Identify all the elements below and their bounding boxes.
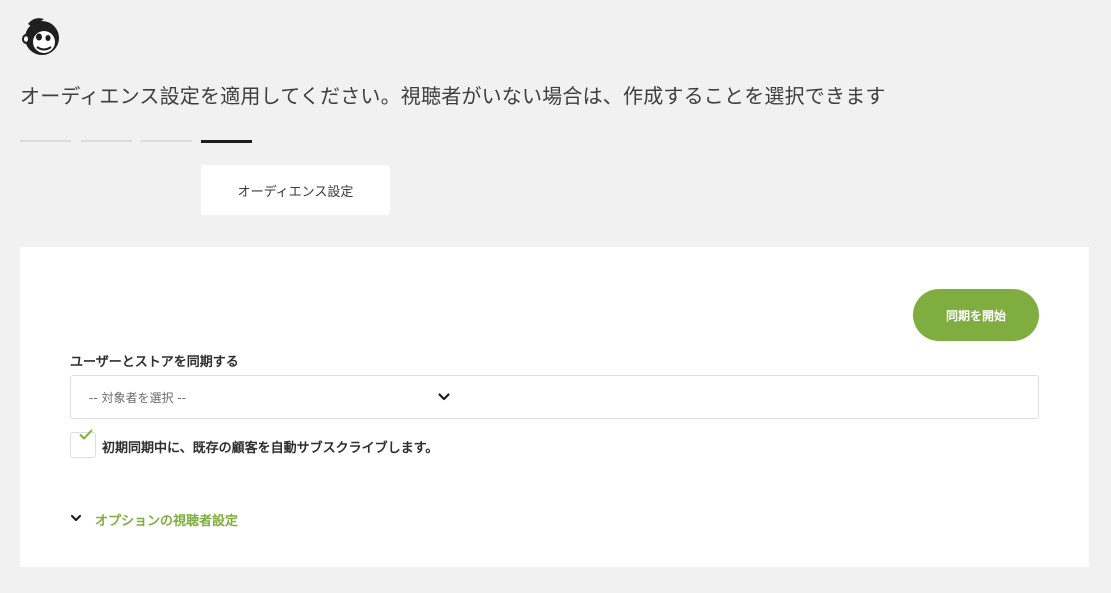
start-sync-button[interactable]: 同期を開始 [913,289,1039,341]
step-1[interactable] [20,140,71,142]
chevron-down-icon [70,514,82,522]
optional-settings-label: オプションの視聴者設定 [95,514,239,529]
sync-users-label: ユーザーとストアを同期する [70,355,239,370]
checkmark-icon [79,429,93,440]
auto-subscribe-label: 初期同期中に、既存の顧客を自動サブスクライブします。 [102,441,439,456]
step-4-active[interactable] [201,140,252,143]
step-3[interactable] [141,140,192,142]
mailchimp-logo-icon [20,14,62,58]
step-2[interactable] [81,140,132,142]
chevron-down-icon [438,393,450,401]
step-tooltip-label: オーディエンス設定 [237,184,354,200]
step-tooltip: オーディエンス設定 [201,165,390,215]
page-headline: オーディエンス設定を適用してください。視聴者がいない場合は、作成することを選択で… [20,84,886,108]
audience-settings-panel: 同期を開始 ユーザーとストアを同期する -- 対象者を選択 -- 初期同期中に、… [20,247,1089,567]
audience-select[interactable]: -- 対象者を選択 -- [70,375,1039,419]
auto-subscribe-checkbox[interactable] [70,429,96,458]
audience-select-value: -- 対象者を選択 -- [89,391,186,405]
